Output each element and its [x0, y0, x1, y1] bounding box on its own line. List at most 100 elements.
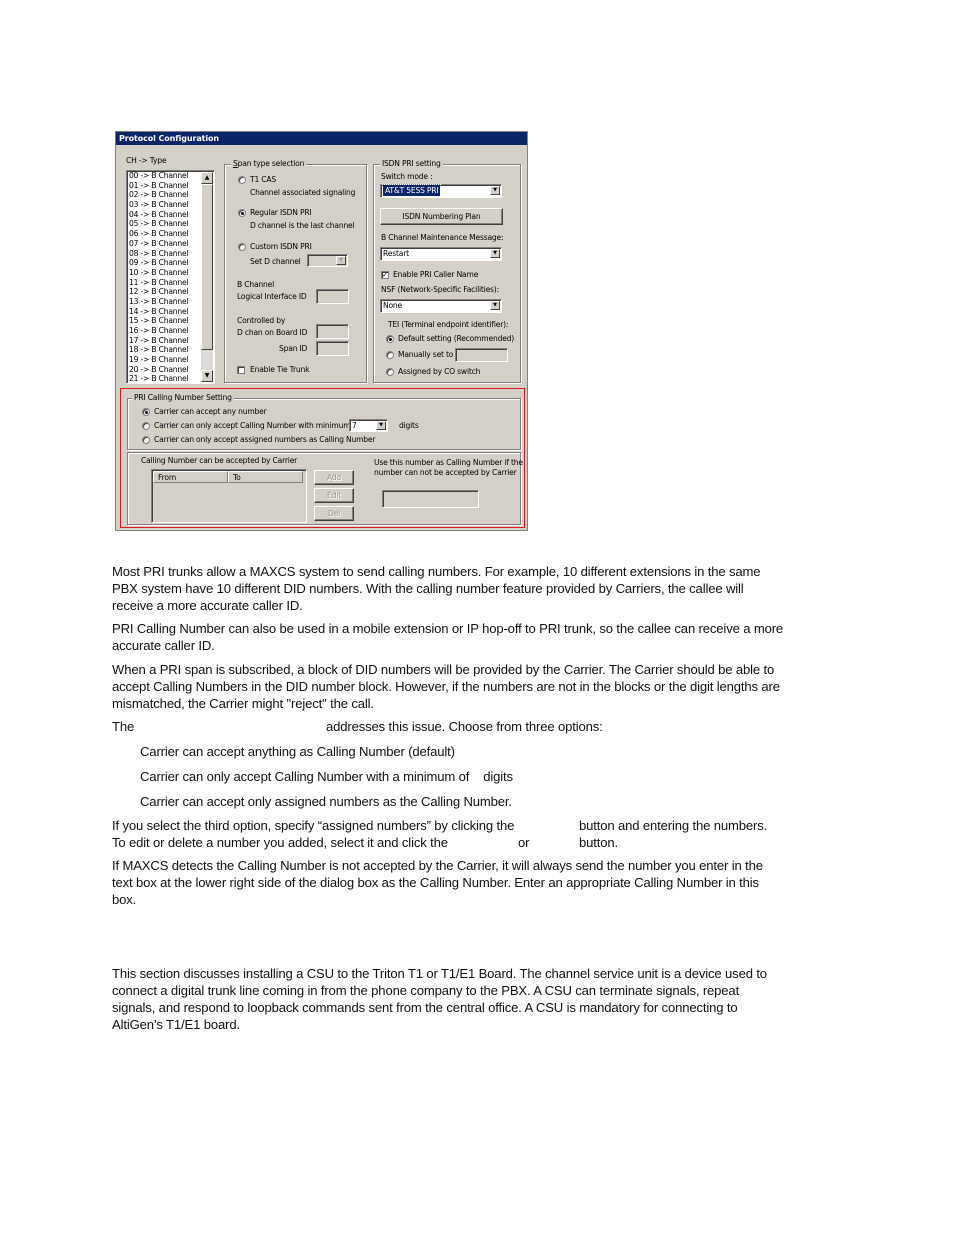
channel-list-item[interactable]: 05 -> B Channel	[127, 219, 201, 229]
scroll-down-arrow-icon[interactable]: ▼	[201, 370, 213, 382]
add-button[interactable]: Add	[314, 470, 354, 485]
channel-list-item[interactable]: 01 -> B Channel	[127, 181, 201, 191]
channel-list-item[interactable]: 00 -> B Channel	[127, 171, 201, 181]
regular-isdn-pri-desc: D channel is the last channel	[250, 221, 355, 230]
channel-list-item[interactable]: 08 -> B Channel	[127, 249, 201, 259]
calling-number-table[interactable]: From To	[151, 469, 307, 523]
column-to[interactable]: To	[228, 471, 303, 483]
channel-list-item[interactable]: 06 -> B Channel	[127, 229, 201, 239]
b-channel-maintenance-select[interactable]: Restart ▼	[380, 247, 502, 261]
channel-list-item[interactable]: 18 -> B Channel	[127, 345, 201, 355]
calling-minimum-radio[interactable]	[142, 422, 150, 430]
custom-isdn-pri-radio[interactable]	[238, 243, 246, 251]
tei-manual-label: Manually set to	[398, 350, 454, 359]
edit-text-b: or	[518, 835, 530, 850]
chevron-down-icon: ▼	[490, 249, 500, 258]
channel-list-item[interactable]: 02 -> B Channel	[127, 190, 201, 200]
accepted-by-carrier-label: Calling Number can be accepted by Carrie…	[141, 456, 298, 465]
options-intro-start: The	[112, 719, 135, 734]
paragraph-did-block: When a PRI span is subscribed, a block o…	[112, 662, 780, 711]
paragraph-assigned-line2: To edit or delete a number you added, se…	[112, 834, 784, 851]
tei-default-radio[interactable]	[386, 335, 394, 343]
channel-list-item[interactable]: 13 -> B Channel	[127, 297, 201, 307]
option-1: Carrier can accept anything as Calling N…	[140, 744, 455, 759]
paragraph-assigned-line1: If you select the third option, specify …	[112, 817, 784, 834]
tei-assigned-radio[interactable]	[386, 368, 394, 376]
b-channel-label: B Channel	[237, 280, 274, 289]
channel-list-item[interactable]: 04 -> B Channel	[127, 210, 201, 220]
channel-list-item[interactable]: 21 -> B Channel	[127, 374, 201, 383]
isdn-numbering-plan-button[interactable]: ISDN Numbering Plan	[380, 208, 503, 225]
channel-list-item[interactable]: 16 -> B Channel	[127, 326, 201, 336]
t1-cas-label: T1 CAS	[250, 175, 277, 184]
assigned-text-a: If you select the third option, specify …	[112, 818, 515, 833]
enable-pri-caller-name-label: Enable PRI Caller Name	[393, 270, 479, 279]
channel-list-item[interactable]: 12 -> B Channel	[127, 287, 201, 297]
channel-list-item[interactable]: 17 -> B Channel	[127, 336, 201, 346]
d-chan-board-input[interactable]	[316, 324, 349, 339]
edit-button[interactable]: Edit	[314, 488, 354, 503]
fallback-label-line2: number can not be accepted by Carrier	[374, 468, 517, 477]
logical-interface-input[interactable]	[316, 289, 349, 304]
controlled-by-label: Controlled by	[237, 316, 286, 325]
paragraph-csu: This section discusses installing a CSU …	[112, 966, 767, 1032]
protocol-configuration-dialog: Protocol Configuration CH -> Type 00 -> …	[115, 131, 528, 531]
span-type-legend: Span type selection	[231, 159, 307, 169]
paragraph-intro: Most PRI trunks allow a MAXCS system to …	[112, 564, 761, 613]
channel-list-item[interactable]: 15 -> B Channel	[127, 316, 201, 326]
channel-list-item[interactable]: 09 -> B Channel	[127, 258, 201, 268]
channel-list-item[interactable]: 14 -> B Channel	[127, 307, 201, 317]
calling-number-legend: PRI Calling Number Setting	[132, 393, 234, 403]
t1-cas-radio[interactable]	[238, 176, 246, 184]
del-button[interactable]: Del	[314, 506, 354, 521]
minimum-digits-select[interactable]: 7 ▼	[349, 419, 388, 432]
span-id-input[interactable]	[316, 341, 349, 356]
paragraph-options-intro: The addresses this issue. Choose from th…	[112, 718, 784, 735]
channel-list-item[interactable]: 11 -> B Channel	[127, 278, 201, 288]
chevron-down-icon: ▼	[490, 186, 500, 195]
switch-mode-select[interactable]: AT&T 5ESS PRI ▼	[380, 184, 502, 198]
set-d-channel-label: Set D channel	[250, 257, 301, 266]
channel-list-scrollbar[interactable]: ▲ ▼	[201, 172, 213, 382]
channel-list[interactable]: 00 -> B Channel 01 -> B Channel 02 -> B Ch…	[126, 170, 215, 384]
column-from[interactable]: From	[153, 471, 228, 483]
calling-minimum-label: Carrier can only accept Calling Number w…	[154, 421, 351, 430]
enable-pri-caller-name-checkbox[interactable]: ✓	[381, 271, 389, 279]
t1-cas-desc: Channel associated signaling	[250, 188, 356, 197]
calling-any-number-radio[interactable]	[142, 408, 150, 416]
calling-assigned-label: Carrier can only accept assigned numbers…	[154, 435, 376, 444]
option-3: Carrier can accept only assigned numbers…	[140, 794, 512, 809]
custom-isdn-pri-label: Custom ISDN PRI	[250, 242, 312, 251]
regular-isdn-pri-label: Regular ISDN PRI	[250, 208, 312, 217]
paragraph-fallback: If MAXCS detects the Calling Number is n…	[112, 858, 763, 907]
d-chan-board-label: D chan on Board ID	[237, 328, 308, 337]
channel-list-item[interactable]: 10 -> B Channel	[127, 268, 201, 278]
set-d-channel-select[interactable]: ▼	[307, 254, 348, 267]
channel-list-item[interactable]: 07 -> B Channel	[127, 239, 201, 249]
edit-text-c: button.	[579, 835, 618, 850]
channel-list-header: CH -> Type	[126, 156, 167, 165]
tei-manual-radio[interactable]	[386, 351, 394, 359]
enable-tie-trunk-checkbox[interactable]	[237, 366, 245, 374]
scroll-thumb[interactable]	[201, 184, 213, 350]
calling-any-number-label: Carrier can accept any number	[154, 407, 267, 416]
nsf-label: NSF (Network-Specific Facilities):	[381, 285, 499, 294]
channel-list-item[interactable]: 19 -> B Channel	[127, 355, 201, 365]
regular-isdn-pri-radio[interactable]	[238, 209, 246, 217]
channel-list-item[interactable]: 03 -> B Channel	[127, 200, 201, 210]
dialog-title: Protocol Configuration	[116, 132, 527, 145]
chevron-down-icon: ▼	[490, 301, 500, 310]
scroll-track	[201, 350, 213, 370]
fallback-number-input[interactable]	[382, 490, 479, 508]
scroll-up-arrow-icon[interactable]: ▲	[201, 172, 213, 184]
tei-default-label: Default setting (Recommended)	[398, 334, 515, 343]
span-id-label: Span ID	[279, 344, 308, 353]
switch-mode-label: Switch mode :	[381, 172, 433, 181]
isdn-pri-legend: ISDN PRI setting	[380, 159, 443, 169]
b-channel-maintenance-label: B Channel Maintenance Message:	[381, 233, 504, 242]
tei-manual-input[interactable]	[455, 348, 508, 362]
channel-list-item[interactable]: 20 -> B Channel	[127, 365, 201, 375]
nsf-select[interactable]: None ▼	[380, 299, 502, 313]
enable-tie-trunk-label: Enable Tie Trunk	[250, 365, 310, 374]
calling-assigned-radio[interactable]	[142, 436, 150, 444]
